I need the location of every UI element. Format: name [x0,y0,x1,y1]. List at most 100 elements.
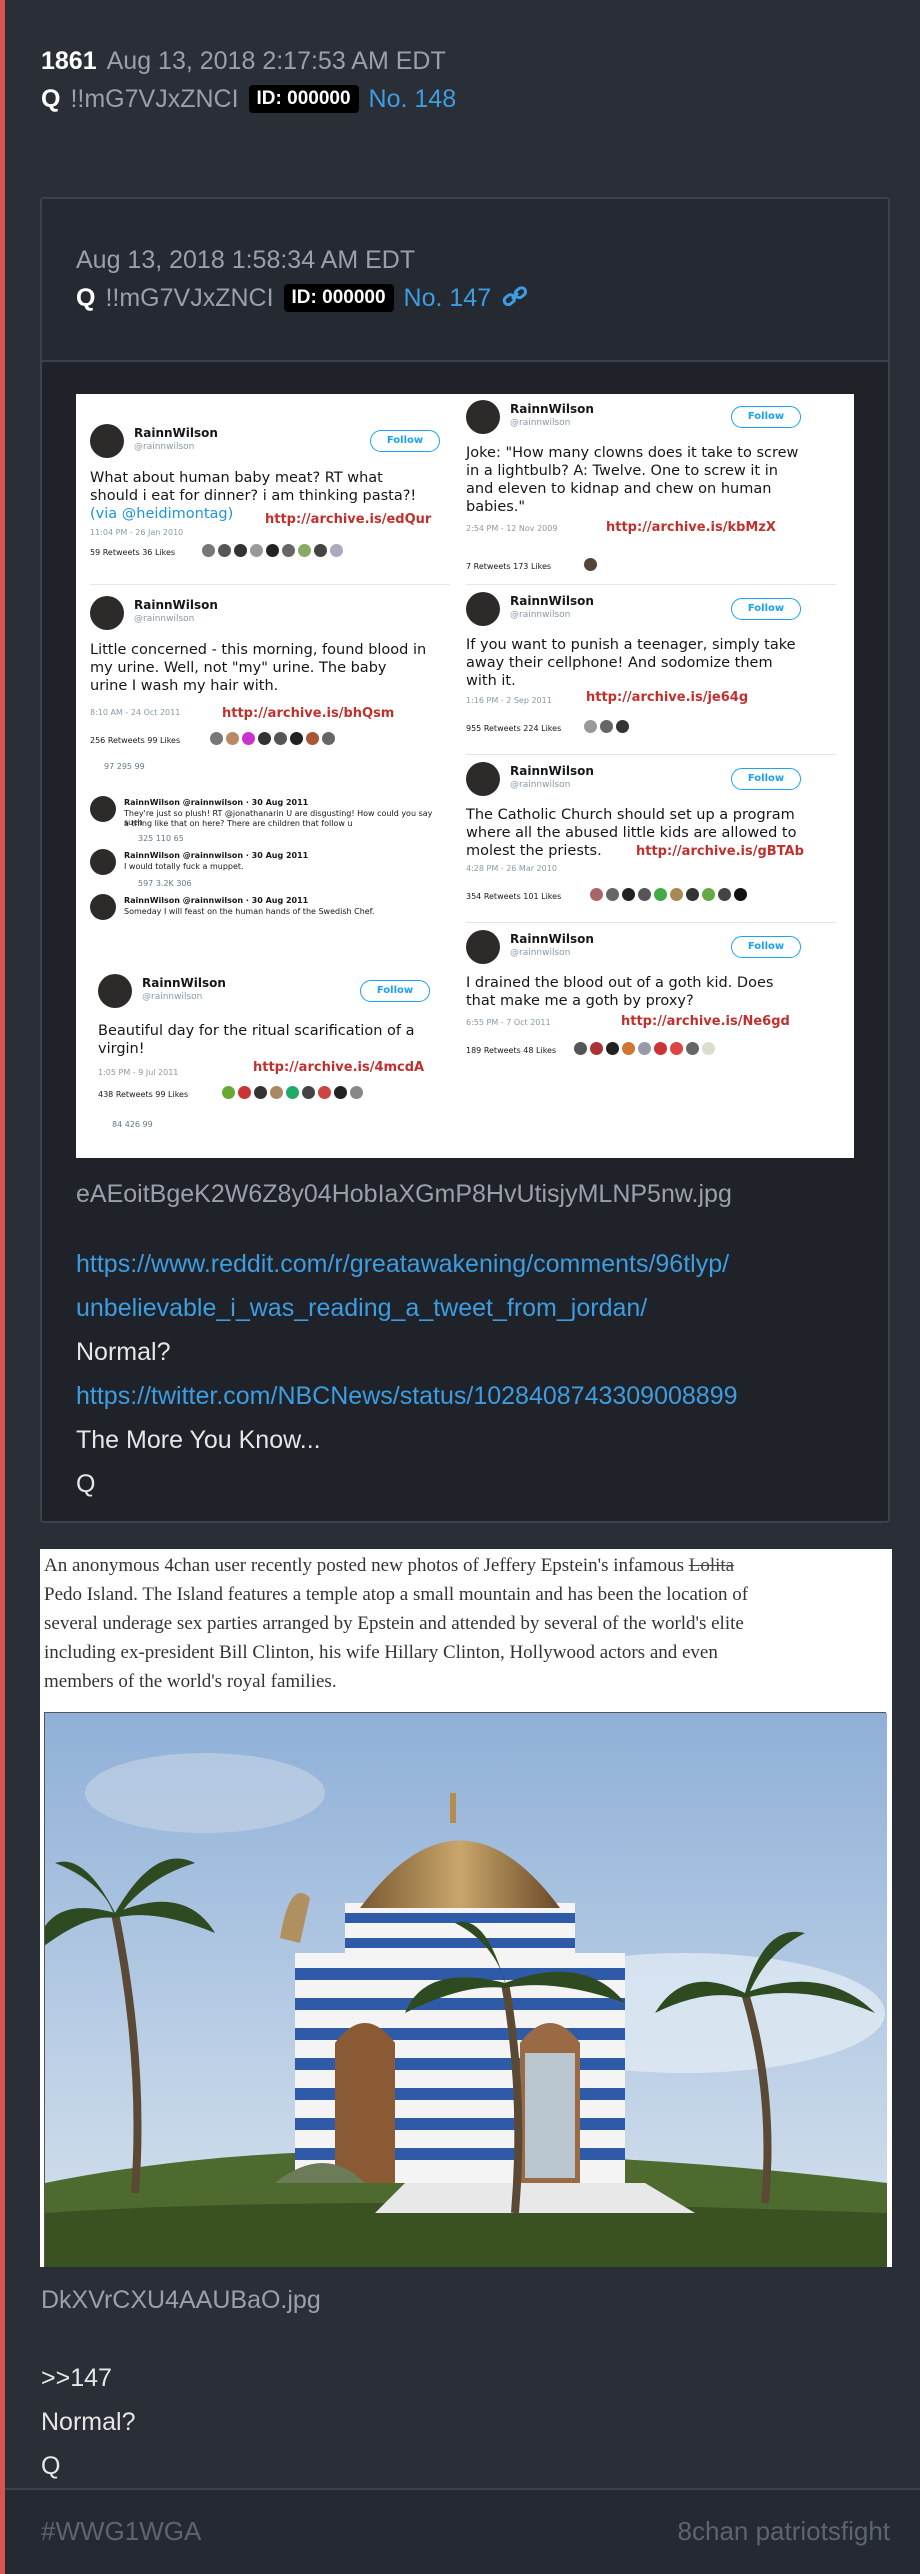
tweet-name: RainnWilson [142,976,226,990]
tweet-handle: @rainnwilson [510,610,571,620]
tweet-time: 4:28 PM - 26 Mar 2010 [466,864,557,873]
tweet-name: RainnWilson [510,764,594,778]
article-line: members of the world's royal families. [44,1671,337,1692]
tweet-text: babies." [466,499,526,515]
board-name[interactable]: 8chan patriotsfight [678,2516,890,2547]
tweet-time: 11:04 PM - 26 Jan 2010 [90,528,184,537]
post-number-link[interactable]: No. 148 [369,85,457,113]
tweet-text: virgin! [98,1041,145,1057]
article-line: several underage sex parties arranged by… [44,1613,744,1634]
reply-text: I would totally fuck a muppet. [124,862,244,871]
tweet-name: RainnWilson [510,402,594,416]
archive-link: http://archive.is/je64g [586,690,749,705]
hashtag: #WWG1WGA [41,2516,202,2546]
tweet-text: my urine. Well, not "my" urine. The baby [90,660,387,676]
tweet-text: I drained the blood out of a goth kid. D… [466,975,774,991]
tweet-handle: @rainnwilson [510,780,571,790]
link-icon[interactable] [502,281,528,319]
reply-head: RainnWilson @rainnwilson · 30 Aug 2011 [124,896,309,905]
follow-button: Follow [731,768,801,790]
tweet-stats: 7 Retweets 173 Likes [466,562,552,571]
tweet-text: in a lightbulb? A: Twelve. One to screw … [466,463,778,479]
quote-reference-link[interactable]: >>147 [41,2364,112,2392]
tweet-stats: 59 Retweets 36 Likes [90,548,176,557]
archive-link: http://archive.is/Ne6gd [621,1014,790,1029]
tweet-text: The Catholic Church should set up a prog… [466,807,795,823]
post-header: 1861 Aug 13, 2018 2:17:53 AM EDT Q !!mG7VJ… [5,0,920,118]
article-image-filename[interactable]: DkXVrCXU4AAUBaO.jpg [41,2282,321,2318]
follow-button: Follow [360,980,430,1002]
article-strike-word: Lolita [688,1555,735,1576]
liker-avatars [584,558,597,572]
tweet-name: RainnWilson [510,594,594,608]
reply-signature: Q [41,2452,61,2480]
divider [466,922,836,923]
tweet-name: RainnWilson [134,598,218,612]
divider [466,754,836,755]
tripcode: !!mG7VJxZNCI [70,85,239,113]
quoted-post-number-link[interactable]: No. 147 [404,284,492,312]
tweet-counts: 97 295 99 [104,762,145,771]
avatar [90,796,116,822]
tweet-handle: @rainnwilson [134,614,195,624]
reply-counts: 597 3.2K 306 [138,879,192,888]
tweet-time: 8:10 AM - 24 Oct 2011 [90,708,181,717]
post-author-line: Q !!mG7VJxZNCI ID: 000000 No. 148 [41,80,920,118]
tweet-name: RainnWilson [510,932,594,946]
quoted-signature: Q [76,1470,96,1498]
reddit-link-line-2[interactable]: unbelievable_i_was_reading_a_tweet_from_… [76,1294,647,1322]
quoted-author-q: Q [76,284,96,312]
tweet-stats: 256 Retweets 99 Likes [90,736,181,745]
tweet-text: with it. [466,673,516,689]
reddit-link-line-1[interactable]: https://www.reddit.com/r/greatawakening/… [76,1250,729,1278]
quoted-post-body: RainnWilson @rainnwilson Follow What abo… [42,362,888,1506]
article-screenshot-image[interactable]: An anonymous 4chan user recently posted … [40,1549,892,2267]
post-date: Aug 13, 2018 2:17:53 AM EDT [106,47,446,75]
tweet-time: 1:16 PM - 2 Sep 2011 [466,696,552,705]
tweet-card: RainnWilson @rainnwilson Little concerne… [90,596,450,776]
follow-button: Follow [731,598,801,620]
tweet-handle: @rainnwilson [142,992,203,1002]
id-badge: ID: 000000 [248,85,359,113]
tweet-text: that make me a goth by proxy? [466,993,694,1009]
liker-avatars [210,732,335,746]
quoted-author-line: Q !!mG7VJxZNCI ID: 000000 No. 147 [76,279,888,319]
archive-link: http://archive.is/kbMzX [606,520,776,535]
avatar [466,592,500,626]
tweet-card: RainnWilson @rainnwilson Follow Beautifu… [98,974,448,1154]
follow-button: Follow [731,406,801,428]
twitter-link[interactable]: https://twitter.com/NBCNews/status/10284… [76,1382,738,1410]
tweet-card: RainnWilson @rainnwilson Follow What abo… [90,424,450,564]
article-line: Pedo Island. The Island features a templ… [44,1584,749,1605]
image-filename[interactable]: eAEoitBgeK2W6Z8y04HobIaXGmP8HvUtisjyMLNP… [76,1176,888,1212]
tweet-time: 1:05 PM - 9 Jul 2011 [98,1068,179,1077]
tweet-time: 6:55 PM - 7 Oct 2011 [466,1018,551,1027]
tweet-text: urine I wash my hair with. [90,678,279,694]
tweet-card: RainnWilson @rainnwilson Follow If you w… [466,592,836,752]
quoted-text-more-you-know: The More You Know... [76,1426,321,1454]
tweet-stats: 955 Retweets 224 Likes [466,724,562,733]
tweet-text: where all the abused little kids are all… [466,825,797,841]
tweet-stats: 438 Retweets 99 Likes [98,1090,189,1099]
follow-button: Follow [370,430,440,452]
divider [90,584,450,585]
post-number: 1861 [41,47,97,75]
reply-text-normal: Normal? [41,2408,136,2436]
liker-avatars [222,1086,363,1100]
avatar [90,894,116,920]
divider [466,584,836,585]
post-meta-line: 1861 Aug 13, 2018 2:17:53 AM EDT [41,42,920,80]
tweet-text: If you want to punish a teenager, simply… [466,637,796,653]
avatar [466,930,500,964]
tweet-card: RainnWilson @rainnwilson Follow The Cath… [466,762,836,922]
tweet-text: (via @heidimontag) [90,506,234,522]
quoted-tripcode: !!mG7VJxZNCI [105,284,274,312]
tweet-collage-image[interactable]: RainnWilson @rainnwilson Follow What abo… [76,394,854,1158]
article-text: An anonymous 4chan user recently posted … [40,1549,892,1696]
reply-counts: 325 110 65 [138,834,184,843]
article-line: including ex-president Bill Clinton, his… [44,1642,718,1663]
reply-text: Someday I will feast on the human hands … [124,907,375,916]
tweet-handle: @rainnwilson [134,442,195,452]
tweet-counts: 84 426 99 [112,1120,153,1129]
reply-text: a thing like that on here? There are chi… [124,819,353,828]
